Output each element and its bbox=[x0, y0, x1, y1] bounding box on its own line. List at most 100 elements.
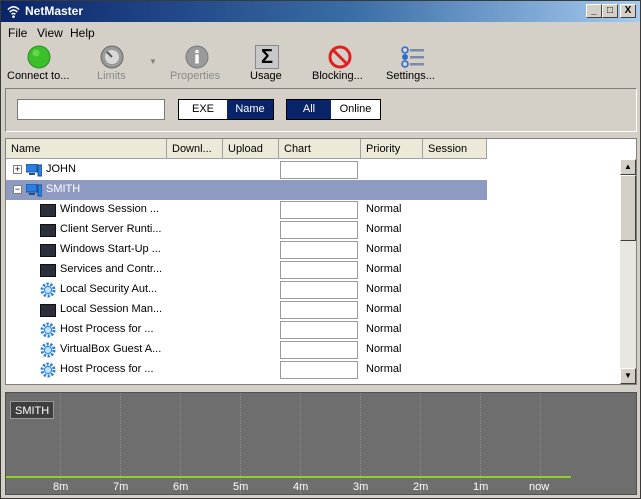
scroll-thumb[interactable] bbox=[620, 175, 636, 241]
settings-button[interactable]: Settings... bbox=[383, 42, 443, 86]
window-icon bbox=[40, 264, 56, 277]
process-name: Windows Session ... bbox=[60, 203, 160, 215]
column-header-download[interactable]: Downl... bbox=[167, 139, 223, 159]
priority-value[interactable]: Normal bbox=[366, 363, 401, 375]
grid-line bbox=[180, 393, 181, 494]
table-row-smith[interactable]: − SMITH bbox=[6, 180, 620, 200]
menu-view[interactable]: View bbox=[37, 26, 63, 40]
time-tick: 4m bbox=[293, 481, 309, 493]
grid-line bbox=[120, 393, 121, 494]
chart-cell bbox=[280, 301, 358, 319]
toolbar: Connect to... Limits ▼ Properties Σ Usag… bbox=[1, 42, 640, 86]
chart-cell bbox=[280, 241, 358, 259]
chevron-down-icon: ▼ bbox=[149, 57, 157, 66]
process-name: Host Process for ... bbox=[60, 363, 154, 375]
name-toggle[interactable]: Name bbox=[227, 100, 273, 119]
gauge-icon bbox=[100, 45, 124, 69]
column-header-session[interactable]: Session bbox=[423, 139, 487, 159]
column-header-priority[interactable]: Priority bbox=[361, 139, 423, 159]
window-icon bbox=[40, 304, 56, 317]
column-header-chart[interactable]: Chart bbox=[279, 139, 361, 159]
sigma-icon: Σ bbox=[255, 45, 279, 69]
exe-toggle[interactable]: EXE bbox=[179, 100, 227, 119]
table-row[interactable]: Host Process for ... Normal bbox=[6, 360, 620, 380]
grid-line bbox=[420, 393, 421, 494]
chart-cell bbox=[280, 261, 358, 279]
window-icon bbox=[40, 224, 56, 237]
all-toggle[interactable]: All bbox=[287, 100, 331, 119]
grid-line bbox=[360, 393, 361, 494]
maximize-button[interactable]: □ bbox=[602, 4, 618, 18]
properties-button[interactable]: Properties bbox=[167, 42, 227, 86]
table-row[interactable]: Local Security Aut... Normal bbox=[6, 280, 620, 300]
limits-button[interactable]: Limits bbox=[91, 42, 133, 86]
chart-cell bbox=[280, 321, 358, 339]
traffic-line bbox=[6, 476, 571, 478]
table-row[interactable]: Services and Contr... Normal bbox=[6, 260, 620, 280]
priority-value[interactable]: Normal bbox=[366, 203, 401, 215]
filter-panel: EXE Name All Online bbox=[5, 88, 637, 132]
table-row[interactable]: Windows Session ... Normal bbox=[6, 200, 620, 220]
match-mode-toggle: EXE Name bbox=[178, 99, 274, 120]
column-header-upload[interactable]: Upload bbox=[223, 139, 279, 159]
search-input[interactable] bbox=[17, 99, 165, 120]
computer-icon bbox=[26, 184, 42, 197]
connect-label: Connect to... bbox=[7, 70, 70, 82]
table-header: Name Downl... Upload Chart Priority Sess… bbox=[6, 139, 636, 159]
sliders-icon bbox=[401, 46, 424, 68]
grid-line bbox=[60, 393, 61, 494]
priority-value[interactable]: Normal bbox=[366, 283, 401, 295]
menu-file[interactable]: File bbox=[8, 26, 27, 40]
priority-value[interactable]: Normal bbox=[366, 343, 401, 355]
usage-button[interactable]: Σ Usage bbox=[247, 42, 287, 86]
app-window: NetMaster _ □ X File View Help Connect t… bbox=[0, 0, 641, 499]
priority-value[interactable]: Normal bbox=[366, 303, 401, 315]
grid-line bbox=[300, 393, 301, 494]
online-toggle[interactable]: Online bbox=[331, 100, 380, 119]
table-row[interactable]: Client Server Runti... Normal bbox=[6, 220, 620, 240]
collapse-icon[interactable]: − bbox=[13, 185, 22, 194]
window-icon bbox=[40, 244, 56, 257]
bandwidth-graph: SMITH 8m 7m 6m 5m 4m 3m 2m 1m now bbox=[5, 392, 637, 495]
limits-dropdown-button[interactable]: ▼ bbox=[147, 42, 159, 86]
grid-line bbox=[240, 393, 241, 494]
table-row[interactable]: Host Process for ... Normal bbox=[6, 320, 620, 340]
priority-value[interactable]: Normal bbox=[366, 263, 401, 275]
connect-button[interactable]: Connect to... bbox=[5, 42, 73, 86]
priority-value[interactable]: Normal bbox=[366, 223, 401, 235]
time-tick: 6m bbox=[173, 481, 189, 493]
process-name: Windows Start-Up ... bbox=[60, 243, 161, 255]
process-name: Host Process for ... bbox=[60, 323, 154, 335]
process-table: Name Downl... Upload Chart Priority Sess… bbox=[5, 138, 637, 385]
process-name: VirtualBox Guest A... bbox=[60, 343, 162, 355]
grid-line bbox=[540, 393, 541, 494]
table-row[interactable]: Local Session Man... Normal bbox=[6, 300, 620, 320]
chart-cell bbox=[280, 361, 358, 379]
info-icon bbox=[185, 45, 209, 69]
vertical-scrollbar[interactable]: ▲ ▼ bbox=[620, 159, 636, 384]
expand-icon[interactable]: + bbox=[13, 165, 22, 174]
scroll-up-arrow-icon[interactable]: ▲ bbox=[620, 159, 636, 175]
priority-value[interactable]: Normal bbox=[366, 243, 401, 255]
time-tick: 7m bbox=[113, 481, 129, 493]
computer-icon bbox=[26, 164, 42, 177]
table-row-john[interactable]: + JOHN bbox=[6, 160, 620, 180]
time-tick: 2m bbox=[413, 481, 429, 493]
menu-help[interactable]: Help bbox=[70, 26, 95, 40]
title-bar[interactable]: NetMaster _ □ X bbox=[1, 1, 640, 22]
column-header-name[interactable]: Name bbox=[6, 139, 167, 159]
scroll-down-arrow-icon[interactable]: ▼ bbox=[620, 368, 636, 384]
grid-line bbox=[480, 393, 481, 494]
close-button[interactable]: X bbox=[620, 4, 636, 18]
table-row[interactable]: VirtualBox Guest A... Normal bbox=[6, 340, 620, 360]
process-name: Client Server Runti... bbox=[60, 223, 162, 235]
table-row[interactable]: Windows Start-Up ... Normal bbox=[6, 240, 620, 260]
blocking-button[interactable]: Blocking... bbox=[309, 42, 371, 86]
usage-label: Usage bbox=[250, 70, 282, 82]
blocking-label: Blocking... bbox=[312, 70, 363, 82]
gear-icon bbox=[40, 282, 56, 298]
priority-value[interactable]: Normal bbox=[366, 323, 401, 335]
minimize-button[interactable]: _ bbox=[586, 4, 602, 18]
process-name: Local Security Aut... bbox=[60, 283, 158, 295]
process-name: Services and Contr... bbox=[60, 263, 163, 275]
